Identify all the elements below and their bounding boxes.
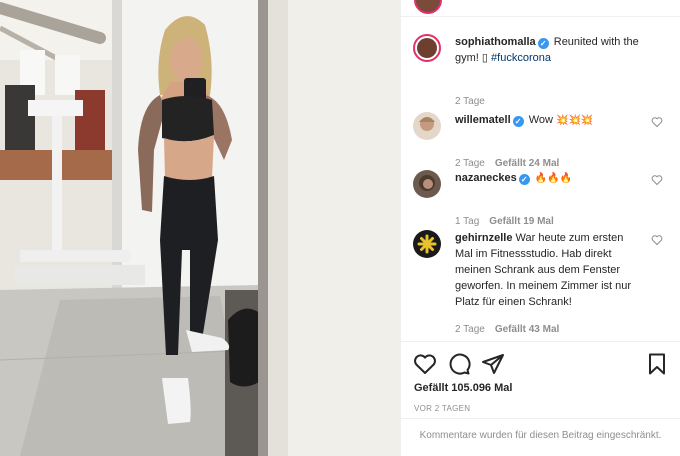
verified-badge-icon: ✓ xyxy=(537,38,549,49)
commenter-avatar[interactable] xyxy=(413,112,441,140)
comment-item: gehirnzelle War heute zum ersten Mal im … xyxy=(413,230,675,340)
comment-meta: 1 Tag Gefällt 19 Mal xyxy=(455,216,554,227)
post-footer: Gefällt 105.096 Mal VOR 2 TAGEN Kommenta… xyxy=(401,341,680,456)
comment-time[interactable]: 2 Tage xyxy=(455,158,485,169)
caption-time[interactable]: 2 Tage xyxy=(455,96,485,107)
bookmark-icon[interactable] xyxy=(645,352,669,376)
heart-icon[interactable] xyxy=(413,352,437,376)
mirror-selfie-image xyxy=(0,0,400,456)
post-caption: sophiathomalla ✓ Reunited with the gym! ▯… xyxy=(413,34,675,107)
commenter-avatar[interactable] xyxy=(413,170,441,198)
comment-text: gehirnzelle War heute zum ersten Mal im … xyxy=(455,230,643,310)
post-photo[interactable] xyxy=(0,0,400,456)
header-divider xyxy=(401,16,680,17)
comment-likes[interactable]: Gefällt 19 Mal xyxy=(489,216,553,227)
verified-badge-icon: ✓ xyxy=(512,116,524,127)
comment-likes[interactable]: Gefällt 43 Mal xyxy=(495,324,559,335)
brain-logo-icon xyxy=(417,234,437,254)
comment-text: nazanec​kes ✓ 🔥🔥🔥 xyxy=(455,170,643,187)
comment-emoji: 💥💥💥 xyxy=(556,115,594,126)
comments-restricted-notice: Kommentare wurden für diesen Beitrag ein… xyxy=(401,418,680,456)
comment-username[interactable]: willematell xyxy=(455,114,511,126)
comment-time[interactable]: 1 Tag xyxy=(455,216,479,227)
comment-list[interactable]: sophiathomalla ✓ Reunited with the gym! ▯… xyxy=(401,18,680,340)
comment-icon[interactable] xyxy=(447,352,471,376)
caption-glyph: ▯ xyxy=(481,52,488,64)
caption-meta: 2 Tage xyxy=(455,96,485,107)
post-sidebar: sophiathomalla ✓ Reunited with the gym! ▯… xyxy=(400,0,680,456)
comment-username[interactable]: gehirnzelle xyxy=(455,232,512,244)
face-icon xyxy=(419,175,435,191)
author-username[interactable]: sophiathomalla xyxy=(455,36,536,48)
comment-meta: 2 Tage Gefällt 43 Mal xyxy=(455,324,559,335)
paper-plane-icon[interactable] xyxy=(481,352,505,376)
likes-count[interactable]: Gefällt 105.096 Mal xyxy=(414,382,512,394)
comment-likes[interactable]: Gefällt 24 Mal xyxy=(495,158,559,169)
comment-like-heart-icon[interactable] xyxy=(651,116,663,128)
comment-like-heart-icon[interactable] xyxy=(651,234,663,246)
comment-body: Wow xyxy=(528,114,557,126)
comment-username[interactable]: nazanec​kes xyxy=(455,172,517,184)
commenter-avatar[interactable] xyxy=(413,230,441,258)
comment-time[interactable]: 2 Tage xyxy=(455,324,485,335)
verified-badge-icon: ✓ xyxy=(518,174,530,185)
hashtag-link[interactable]: #fuckcorona xyxy=(491,52,551,64)
comment-text: willematell ✓ Wow 💥💥💥 xyxy=(455,112,643,129)
author-avatar[interactable] xyxy=(413,34,441,62)
comment-item: willematell ✓ Wow 💥💥💥 2 Tage Gefällt 24 Ma… xyxy=(413,112,675,169)
post-timestamp[interactable]: VOR 2 TAGEN xyxy=(414,404,470,413)
comment-item: nazanec​kes ✓ 🔥🔥🔥 1 Tag Gefällt 19 Mal xyxy=(413,170,675,227)
caption-text: sophiathomalla ✓ Reunited with the gym! ▯… xyxy=(455,34,643,66)
header-avatar[interactable] xyxy=(414,0,442,14)
face-icon xyxy=(419,117,435,131)
comment-meta: 2 Tage Gefällt 24 Mal xyxy=(455,158,559,169)
action-bar xyxy=(413,352,669,376)
comment-emoji: 🔥🔥🔥 xyxy=(534,173,573,184)
comment-like-heart-icon[interactable] xyxy=(651,174,663,186)
